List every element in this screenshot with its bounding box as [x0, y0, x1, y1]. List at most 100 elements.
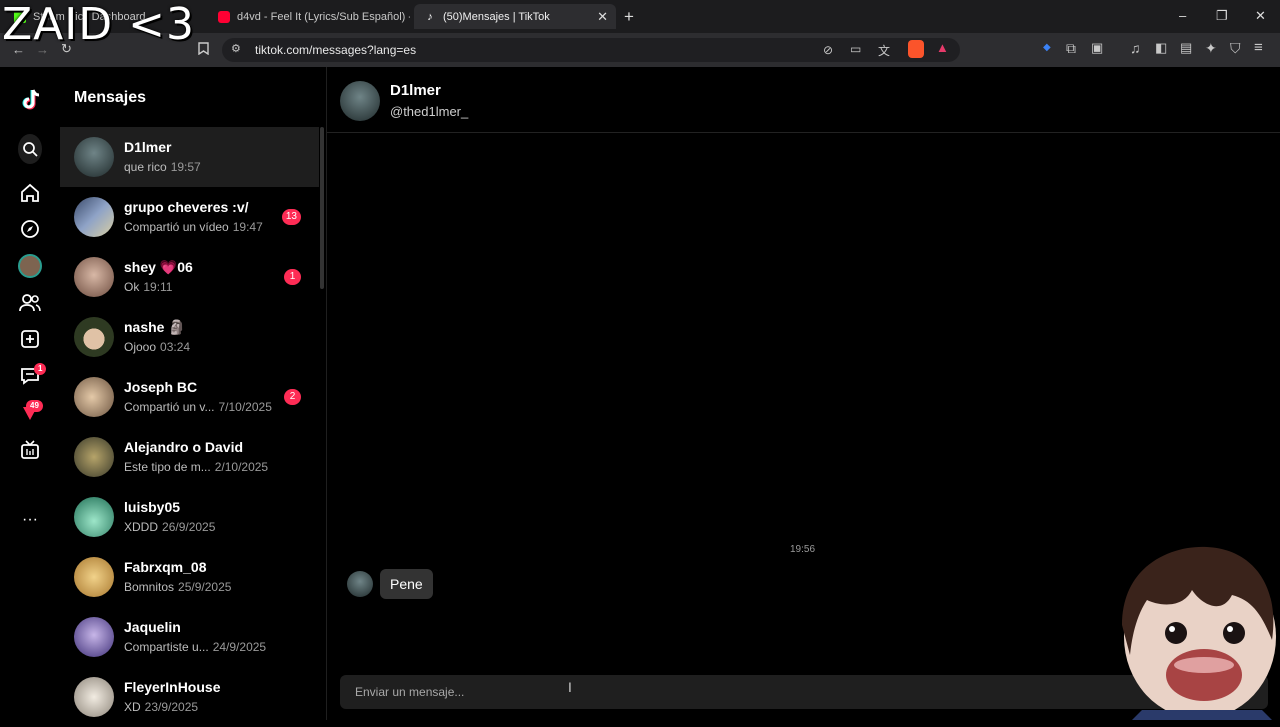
conversation-preview: Este tipo de m... 2/10/2025 — [124, 460, 268, 474]
messages-badge: 1 — [34, 363, 47, 375]
message-input[interactable] — [355, 675, 1135, 709]
conversation-name: Alejandro o David — [124, 439, 244, 455]
vpn-shield-icon[interactable]: ⛉ — [1230, 40, 1241, 57]
preview-time: 19:47 — [232, 220, 263, 234]
conversation-item[interactable]: shey 💗06 Ok 19:11 1 — [60, 247, 319, 307]
conversation-preview: que rico 19:57 — [124, 160, 201, 174]
message-bubble: Pene — [380, 569, 433, 599]
avatar[interactable] — [340, 81, 380, 121]
preview-text: Este tipo de m... — [124, 460, 211, 474]
site-settings-icon[interactable]: ⚙ — [231, 42, 241, 55]
close-window-button[interactable]: ✕ — [1255, 8, 1266, 24]
unread-badge: 1 — [284, 269, 301, 285]
media-icon[interactable]: ♫ — [1130, 40, 1141, 56]
preview-text: XD — [124, 700, 141, 714]
tab-title: (50)Mensajes | TikTok — [443, 10, 550, 23]
avatar — [74, 677, 114, 717]
url-text[interactable]: tiktok.com/messages?lang=es — [255, 43, 416, 57]
tab-tiktok-messages[interactable]: ♪ (50)Mensajes | TikTok ✕ — [414, 4, 616, 29]
conversation-preview: Compartió un vídeo 19:47 — [124, 220, 263, 234]
conversation-item[interactable]: Fabrxqm_08 Bomnitos 25/9/2025 — [60, 547, 319, 607]
conversation-preview: XD 23/9/2025 — [124, 700, 198, 714]
preview-time: 26/9/2025 — [162, 520, 216, 534]
conversation-name: Jaquelin — [124, 619, 181, 635]
upload-icon[interactable] — [18, 327, 42, 351]
explore-icon[interactable] — [18, 217, 42, 241]
avatar — [74, 617, 114, 657]
conversation-item[interactable]: nashe 🗿 Ojooo 03:24 — [60, 307, 319, 367]
tiktok-logo-icon[interactable] — [18, 88, 42, 112]
new-tab-button[interactable]: + — [624, 7, 634, 27]
conversation-preview: Ojooo 03:24 — [124, 340, 190, 354]
stream-overlay-text: ZAID <3 — [2, 0, 195, 50]
avatar — [74, 137, 114, 177]
preview-time: 23/9/2025 — [144, 700, 199, 714]
tab-title: d4vd - Feel It (Lyrics/Sub Español) - Y — [237, 10, 410, 23]
avatar — [74, 197, 114, 237]
chat-panel: D1lmer @thed1lmer_ 19:56 Pene Ⅰ — [327, 67, 1280, 720]
leo-ai-icon[interactable]: ✦ — [1205, 40, 1217, 57]
conversation-item[interactable]: D1lmer que rico 19:57 — [60, 127, 319, 187]
chat-header: D1lmer @thed1lmer_ — [327, 67, 1280, 133]
chat-contact-name[interactable]: D1lmer — [390, 82, 441, 99]
preview-text: Compartió un v... — [124, 400, 215, 414]
list-scrollbar[interactable] — [320, 127, 324, 289]
preview-text: Ojooo — [124, 340, 157, 354]
preview-text: XDDD — [124, 520, 159, 534]
conversation-preview: XDDD 26/9/2025 — [124, 520, 215, 534]
avatar[interactable] — [347, 571, 373, 597]
brave-rewards-icon[interactable]: ▲ — [936, 40, 949, 55]
preview-time: 19:57 — [170, 160, 201, 174]
more-icon[interactable]: ··· — [18, 508, 42, 532]
avatar — [74, 317, 114, 357]
conversation-item[interactable]: Alejandro o David Este tipo de m... 2/10/… — [60, 427, 319, 487]
conversation-name: Joseph BC — [124, 379, 198, 395]
message-timestamp: 19:56 — [790, 544, 816, 555]
preview-time: 24/9/2025 — [212, 640, 267, 654]
conversation-name: nashe 🗿 — [124, 319, 186, 335]
tiktok-nav-rail: 1 49 ··· — [0, 67, 60, 720]
brave-shields-icon[interactable] — [908, 40, 924, 58]
sidebar-icon[interactable]: ◧ — [1155, 40, 1167, 56]
avatar — [74, 557, 114, 597]
live-icon[interactable] — [18, 438, 42, 462]
following-icon[interactable] — [18, 291, 42, 315]
conversation-name: FleyerInHouse — [124, 679, 221, 695]
tab-youtube-song[interactable]: d4vd - Feel It (Lyrics/Sub Español) - Y — [208, 4, 410, 29]
avatar — [74, 437, 114, 477]
unread-badge: 13 — [281, 209, 301, 225]
conversation-name: D1lmer — [124, 139, 172, 155]
conversation-name: Fabrxqm_08 — [124, 559, 207, 575]
preview-time: 7/10/2025 — [218, 400, 272, 414]
conversation-item[interactable]: FleyerInHouse XD 23/9/2025 — [60, 667, 319, 727]
screenshot-icon[interactable]: ▣ — [1091, 40, 1103, 56]
menu-icon[interactable]: ≡ — [1254, 39, 1263, 56]
minimize-button[interactable]: – — [1179, 8, 1186, 23]
no-tracking-icon[interactable]: ⊘ — [823, 43, 833, 57]
streamer-avatar-overlay — [1112, 545, 1280, 720]
conversation-preview: Compartió un v... 7/10/2025 — [124, 400, 272, 414]
conversation-item[interactable]: Joseph BC Compartió un v... 7/10/2025 2 — [60, 367, 319, 427]
restore-button[interactable]: ❐ — [1216, 8, 1228, 24]
profile-avatar[interactable] — [18, 254, 42, 278]
conversation-item[interactable]: grupo cheveres :v/ Compartió un vídeo 19:… — [60, 187, 319, 247]
preview-time: 03:24 — [160, 340, 191, 354]
conversation-item[interactable]: Jaquelin Compartiste u... 24/9/2025 — [60, 607, 319, 667]
avatar — [74, 497, 114, 537]
home-icon[interactable] — [18, 181, 42, 205]
conversation-item[interactable]: luisby05 XDDD 26/9/2025 — [60, 487, 319, 547]
extensions-icon[interactable]: ⧉ — [1066, 40, 1076, 57]
preview-text: que rico — [124, 160, 167, 174]
conversation-name: grupo cheveres :v/ — [124, 199, 249, 215]
bookmark-icon[interactable] — [198, 42, 209, 58]
preview-time: 25/9/2025 — [178, 580, 232, 594]
close-tab-icon[interactable]: ✕ — [597, 9, 608, 25]
preview-text: Ok — [124, 280, 140, 294]
vpn-icon[interactable]: ◆ — [1043, 42, 1051, 53]
cast-icon[interactable]: ▭ — [850, 42, 861, 56]
search-icon[interactable] — [18, 134, 42, 164]
wallet-icon[interactable]: ▤ — [1180, 40, 1192, 56]
conversation-preview: Ok 19:11 — [124, 280, 172, 294]
translate-icon[interactable]: 文 — [878, 42, 890, 59]
chat-contact-handle[interactable]: @thed1lmer_ — [390, 104, 468, 119]
